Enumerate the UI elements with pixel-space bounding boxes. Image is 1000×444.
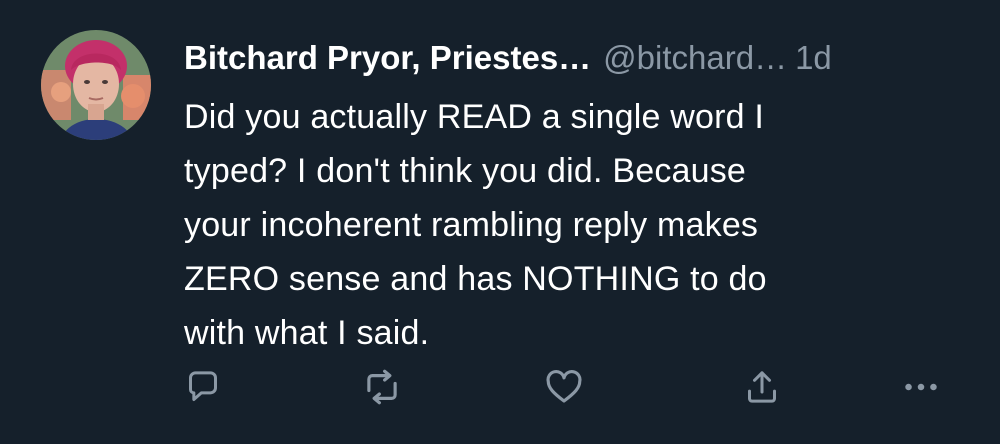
tweet-text-line: with what I said. xyxy=(184,314,430,352)
tweet-text-line: Did you actually READ a single word I xyxy=(184,98,764,136)
tweet-text-line: ZERO sense and has NOTHING to do xyxy=(184,260,767,298)
like-button[interactable] xyxy=(541,364,587,410)
more-icon xyxy=(905,383,937,391)
tweet-text: Did you actually READ a single word I ty… xyxy=(184,90,974,360)
tweet-text-line: typed? I don't think you did. Because xyxy=(184,152,747,190)
reply-button[interactable] xyxy=(180,364,226,410)
retweet-icon xyxy=(367,369,397,405)
reply-icon xyxy=(189,371,217,401)
retweet-button[interactable] xyxy=(359,364,405,410)
more-button[interactable] xyxy=(898,364,944,410)
timestamp[interactable]: 1d xyxy=(795,36,832,80)
tweet[interactable]: Bitchard Pryor, Priestes… @bitchard… 1d … xyxy=(0,0,1000,444)
display-name[interactable]: Bitchard Pryor, Priestes… xyxy=(184,36,591,80)
handle[interactable]: @bitchard… xyxy=(603,36,787,80)
tweet-text-line: your incoherent rambling reply makes xyxy=(184,206,759,244)
heart-icon xyxy=(546,370,582,403)
share-icon xyxy=(748,371,776,403)
tweet-header: Bitchard Pryor, Priestes… @bitchard… 1d xyxy=(184,36,832,80)
share-button[interactable] xyxy=(739,364,785,410)
avatar-image xyxy=(41,30,151,140)
avatar[interactable] xyxy=(41,30,151,140)
action-bar xyxy=(0,364,1000,414)
